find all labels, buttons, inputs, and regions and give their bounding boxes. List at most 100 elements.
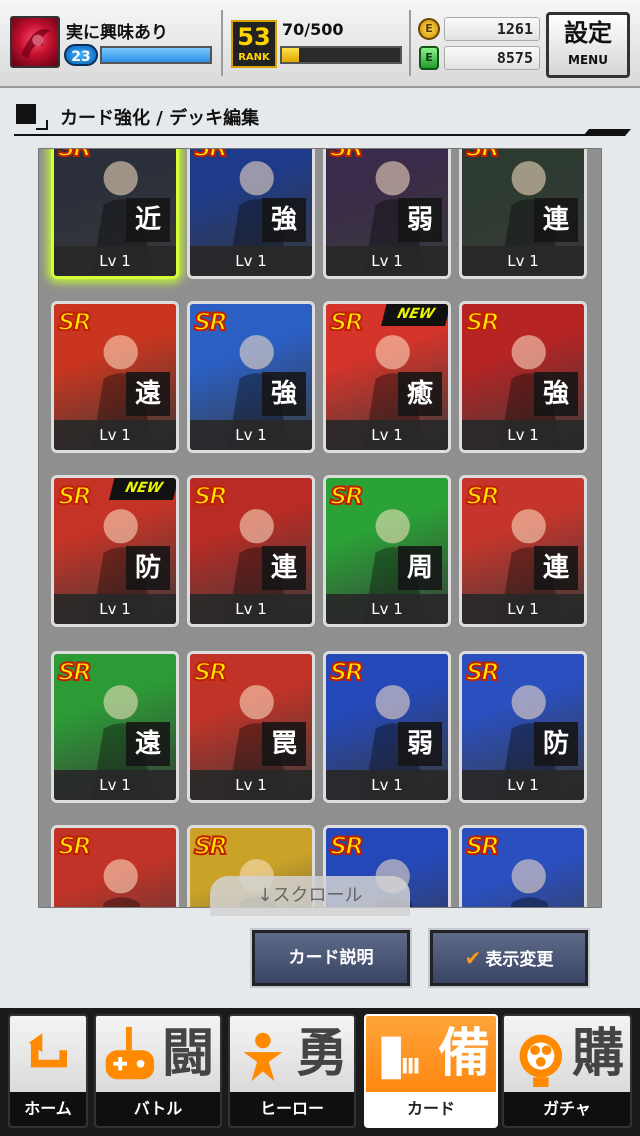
card-type-badge: 遠 <box>126 722 170 766</box>
card-rarity: SR <box>193 831 229 861</box>
nav-home-label: ホーム <box>10 1092 86 1126</box>
card-item[interactable]: SR 連 Lv 1 <box>459 149 587 279</box>
card-item[interactable]: SR 強 Lv 1 <box>459 301 587 453</box>
player-name: 実に興味あり <box>66 23 168 43</box>
nav-home[interactable]: ホーム <box>8 1014 88 1128</box>
nav-card-label: カード <box>366 1092 496 1126</box>
card-item[interactable]: SR 弱 Lv 1 <box>323 148 451 279</box>
card-level: Lv 1 <box>326 594 448 624</box>
card-rarity: SR <box>193 657 229 687</box>
card-info-label: カード説明 <box>288 948 374 968</box>
nav-hero-label: ヒーロー <box>230 1092 354 1126</box>
card-rarity: SR <box>193 481 229 511</box>
card-rarity: SR <box>57 148 93 163</box>
card-level: Lv 1 <box>326 246 448 276</box>
card-rarity: SR <box>193 148 229 163</box>
section-underline-tab <box>583 129 631 136</box>
card-item[interactable]: SR 弱 Lv 1 <box>323 651 451 803</box>
section-square-icon <box>16 104 36 124</box>
card-type-badge: 罠 <box>262 722 306 766</box>
card-item[interactable]: SR 防 Lv 1 <box>459 651 587 803</box>
card-rarity: SR <box>465 307 501 337</box>
toggle-view-button[interactable]: ✔ 表示変更 <box>428 928 590 988</box>
nav-hero[interactable]: 勇 ヒーロー <box>228 1014 356 1128</box>
rank-progress-bar <box>280 46 402 64</box>
card-info-button[interactable]: カード説明 <box>250 928 412 988</box>
card-type-badge: 連 <box>534 546 578 590</box>
card-item[interactable]: SR <box>51 825 179 907</box>
exp-bar <box>100 46 212 64</box>
player-avatar[interactable] <box>10 16 60 68</box>
nav-gacha[interactable]: 購 ガチャ <box>502 1014 632 1128</box>
exp-bar-fill <box>102 48 210 62</box>
card-item[interactable]: SR 遠 Lv 1 <box>51 301 179 453</box>
card-level: Lv 1 <box>190 770 312 800</box>
scroll-hint-button[interactable]: ↓スクロール <box>210 876 410 916</box>
card-level: Lv 1 <box>54 246 176 276</box>
card-grid[interactable]: SR 近 Lv 1 SR 強 Lv 1 SR 弱 Lv 1 SR 連 Lv 1 SR 遠 Lv 1 SR 強 Lv… <box>38 148 602 908</box>
card-level: Lv 1 <box>190 420 312 450</box>
home-icon <box>29 1033 67 1068</box>
card-item[interactable]: SR 遠 Lv 1 <box>51 651 179 803</box>
settings-label: 設定 <box>564 19 612 47</box>
avatar-emblem-icon <box>21 28 51 59</box>
card-level: Lv 1 <box>462 420 584 450</box>
card-item[interactable]: SR 強 Lv 1 <box>187 301 315 453</box>
nav-card[interactable]: 備 カード <box>364 1014 498 1128</box>
nav-gacha-kanji: 購 <box>571 1024 624 1084</box>
rank-progress-fill <box>282 48 299 62</box>
card-item[interactable]: SR NEW 防 Lv 1 <box>51 475 179 627</box>
card-rarity: SR <box>329 831 365 861</box>
card-level: Lv 1 <box>462 246 584 276</box>
nav-battle-kanji: 闘 <box>161 1024 214 1084</box>
card-item[interactable]: SR 周 Lv 1 <box>323 475 451 627</box>
energy-icon: E <box>419 46 439 70</box>
card-item[interactable]: SR 連 Lv 1 <box>459 475 587 627</box>
section-underline <box>14 134 600 136</box>
settings-menu-button[interactable]: 設定 MENU <box>546 12 630 78</box>
nav-battle[interactable]: 闘 バトル <box>94 1014 222 1128</box>
rank-progress-text: 70/500 <box>282 20 344 39</box>
card-level: Lv 1 <box>326 420 448 450</box>
card-rarity: SR <box>465 481 501 511</box>
card-level: Lv 1 <box>190 594 312 624</box>
card-level: Lv 1 <box>462 594 584 624</box>
card-rarity: SR <box>329 657 365 687</box>
check-icon: ✔ <box>464 946 482 970</box>
card-level: Lv 1 <box>54 594 176 624</box>
energy-count: 8575 <box>444 46 540 70</box>
card-rarity: SR <box>57 831 93 861</box>
card-rarity: SR <box>465 831 501 861</box>
card-level: Lv 1 <box>54 420 176 450</box>
nav-card-kanji: 備 <box>437 1024 490 1084</box>
new-badge: NEW <box>109 478 176 500</box>
card-type-badge: 弱 <box>398 722 442 766</box>
card-type-badge: 周 <box>398 546 442 590</box>
card-type-badge: 強 <box>262 198 306 242</box>
card-item[interactable]: SR NEW 癒 Lv 1 <box>323 301 451 453</box>
divider <box>221 10 223 76</box>
nav-gacha-label: ガチャ <box>504 1092 630 1126</box>
card-item[interactable]: SR 近 Lv 1 <box>51 148 179 279</box>
card-type-badge: 強 <box>534 372 578 416</box>
player-level-badge: 23 <box>64 44 98 66</box>
card-type-badge: 強 <box>262 372 306 416</box>
card-item[interactable]: SR <box>459 825 587 907</box>
card-rarity: SR <box>329 148 365 163</box>
card-rarity: SR <box>465 657 501 687</box>
toggle-view-label: 表示変更 <box>485 950 554 970</box>
section-corner-icon <box>36 120 48 130</box>
coin-count: 1261 <box>444 17 540 41</box>
card-rarity: SR <box>57 481 93 511</box>
card-item[interactable]: SR 強 Lv 1 <box>187 148 315 279</box>
card-type-badge: 防 <box>126 546 170 590</box>
nav-battle-label: バトル <box>96 1092 220 1126</box>
card-rarity: SR <box>329 307 365 337</box>
card-item[interactable]: SR 連 Lv 1 <box>187 475 315 627</box>
card-type-badge: 連 <box>262 546 306 590</box>
new-badge: NEW <box>381 304 448 326</box>
card-rarity: SR <box>193 307 229 337</box>
card-item[interactable]: SR 罠 Lv 1 <box>187 651 315 803</box>
card-type-badge: 近 <box>126 198 170 242</box>
nav-hero-kanji: 勇 <box>295 1024 348 1084</box>
